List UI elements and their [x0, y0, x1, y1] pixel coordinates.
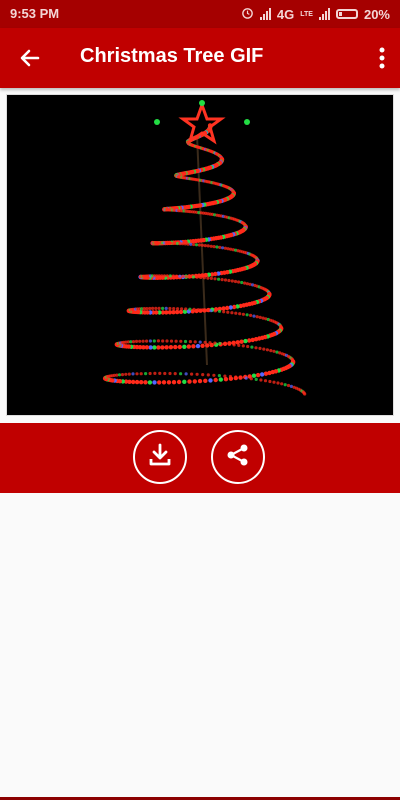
download-icon — [146, 441, 174, 474]
arrow-left-icon[interactable] — [16, 44, 44, 72]
share-button[interactable] — [211, 430, 265, 484]
signal-icon — [259, 8, 271, 20]
status-icons: 4G LTE 20% — [241, 6, 390, 22]
gif-image — [6, 94, 394, 416]
app-bar: Christmas Tree GIF — [0, 28, 400, 88]
action-bar — [0, 423, 400, 493]
page-title: Christmas Tree GIF — [80, 45, 264, 67]
download-button[interactable] — [133, 430, 187, 484]
share-icon — [224, 441, 252, 474]
network-type: 4G — [276, 6, 295, 22]
alarm-icon — [241, 6, 254, 22]
signal-icon-2 — [318, 8, 330, 20]
status-bar: 9:53 PM 4G LTE 20% — [0, 0, 400, 28]
network-lte: LTE — [300, 10, 313, 18]
battery-level: 20% — [363, 6, 390, 22]
more-vert-icon[interactable] — [378, 46, 386, 70]
status-time: 9:53 PM — [10, 6, 60, 21]
christmas-tree-image — [102, 100, 307, 396]
battery-icon — [335, 9, 358, 19]
